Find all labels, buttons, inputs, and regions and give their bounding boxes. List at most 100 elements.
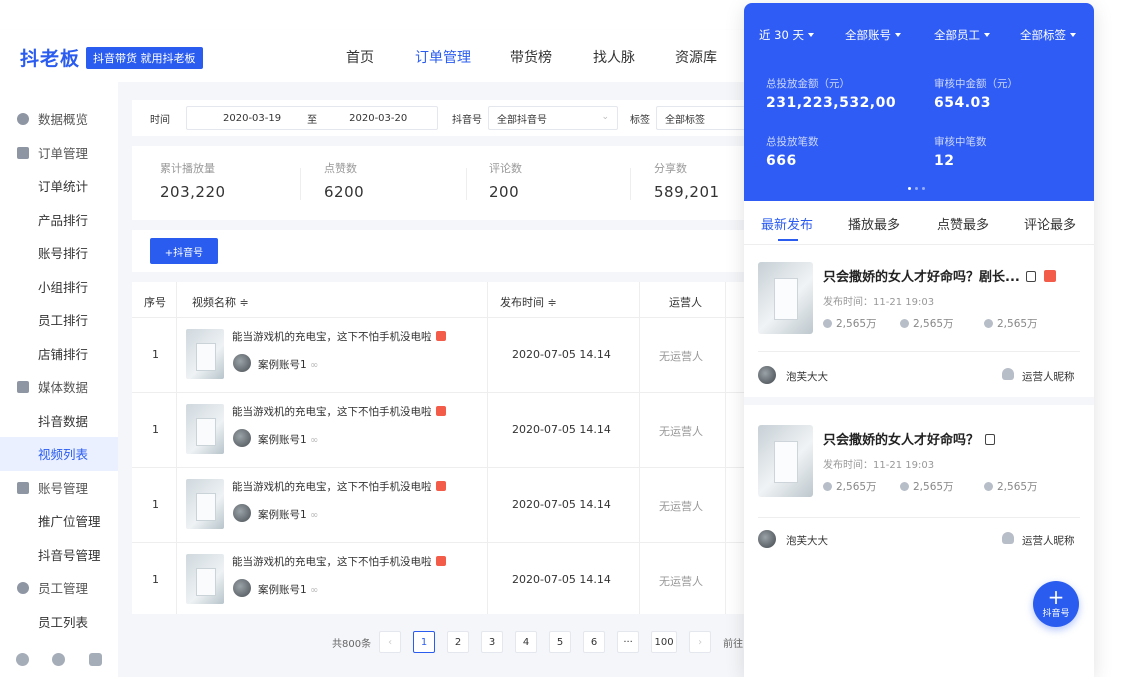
stat-value: 203,220 [160, 183, 226, 201]
table-row[interactable]: 1 能当游戏机的充电宝，这下不怕手机没电啦 案例账号1 ∞ 2020-07-05… [132, 468, 758, 543]
product-tag-icon [435, 481, 446, 491]
header-operator: 运营人 [669, 296, 702, 309]
panel-tabs: 最新发布 播放最多 点赞最多 评论最多 [744, 201, 1094, 245]
chat-icon[interactable] [52, 652, 66, 666]
nav-resources[interactable]: 资源库 [675, 47, 717, 67]
page-ellipsis[interactable]: ··· [617, 631, 640, 653]
like-count: 2,565万 [900, 316, 954, 331]
page-button[interactable]: 6 [583, 631, 606, 653]
tab-most-liked[interactable]: 点赞最多 [937, 214, 989, 233]
nav-home[interactable]: 首页 [346, 47, 374, 67]
video-thumbnail[interactable] [186, 554, 224, 604]
video-thumbnail[interactable] [186, 329, 224, 379]
video-thumbnail[interactable] [186, 479, 224, 529]
avatar [758, 530, 776, 548]
header-video-name[interactable]: 视频名称 ≑ [192, 294, 249, 310]
sidebar-group-accounts[interactable]: 账号管理 [0, 471, 118, 505]
tab-latest[interactable]: 最新发布 [761, 214, 813, 233]
header-publish-time[interactable]: 发布时间 ≑ [500, 294, 557, 310]
nav-orders[interactable]: 订单管理 [415, 47, 471, 67]
avatar [233, 354, 251, 372]
message-icon[interactable] [89, 652, 103, 666]
account-name[interactable]: 案例账号1 ∞ [258, 507, 318, 522]
account-dropdown[interactable]: 全部账号 [845, 27, 901, 43]
date-range-picker[interactable]: 2020-03-19 至 2020-03-20 [186, 106, 438, 130]
page-button[interactable]: 2 [447, 631, 470, 653]
sidebar-group-staff[interactable]: 员工管理 [0, 571, 118, 605]
copy-icon[interactable] [985, 434, 996, 445]
page-button[interactable]: 3 [481, 631, 504, 653]
account-name[interactable]: 案例账号1 ∞ [258, 357, 318, 372]
sidebar-item-douyin-accounts[interactable]: 抖音号管理 [0, 538, 118, 572]
add-douyin-account-button[interactable]: +抖音号 [150, 238, 218, 264]
stats-panel: 累计播放量 203,220 点赞数 6200 评论数 200 分享数 589,201 [132, 146, 758, 220]
staff-dropdown[interactable]: 全部员工 [934, 27, 990, 43]
sidebar-item-product-rank[interactable]: 产品排行 [0, 203, 118, 237]
video-thumbnail[interactable] [758, 425, 813, 497]
sidebar-group-orders[interactable]: 订单管理 [0, 136, 118, 170]
list-icon [17, 146, 29, 159]
tag-select[interactable]: 全部标签 [656, 106, 746, 130]
logo[interactable]: 抖老板 抖音带货 就用抖老板 [20, 44, 203, 71]
user-name[interactable]: 泡芙大大 [786, 369, 828, 384]
video-title[interactable]: 能当游戏机的充电宝，这下不怕手机没电啦 [232, 329, 446, 344]
play-count: 2,565万 [823, 316, 877, 331]
page-button[interactable]: 4 [515, 631, 538, 653]
copy-icon[interactable] [1025, 271, 1036, 282]
tab-most-played[interactable]: 播放最多 [848, 214, 900, 233]
publish-time: 发布时间：11-21 19:03 [823, 460, 935, 471]
tag-dropdown[interactable]: 全部标签 [1020, 27, 1076, 43]
sidebar-item-order-stats[interactable]: 订单统计 [0, 169, 118, 203]
sidebar-item-staff-rank[interactable]: 员工排行 [0, 303, 118, 337]
table-row[interactable]: 1 能当游戏机的充电宝，这下不怕手机没电啦 案例账号1 ∞ 2020-07-05… [132, 543, 758, 614]
page-button[interactable]: 5 [549, 631, 572, 653]
video-thumbnail[interactable] [186, 404, 224, 454]
operator: 无运营人 [659, 575, 703, 588]
metric-value: 666 [766, 153, 797, 169]
video-title[interactable]: 能当游戏机的充电宝，这下不怕手机没电啦 [232, 479, 446, 494]
table-row[interactable]: 1 能当游戏机的充电宝，这下不怕手机没电啦 案例账号1 ∞ 2020-07-05… [132, 318, 758, 393]
operator: 无运营人 [659, 350, 703, 363]
divider [466, 168, 467, 200]
sidebar-item-video-list[interactable]: 视频列表 [0, 437, 118, 471]
row-index: 1 [152, 423, 159, 436]
prev-page-button[interactable]: ‹ [379, 631, 402, 653]
add-douyin-fab[interactable]: + 抖音号 [1033, 581, 1079, 627]
user-name[interactable]: 泡芙大大 [786, 533, 828, 548]
carousel-dots[interactable] [908, 187, 925, 190]
sidebar-item-staff-list[interactable]: 员工列表 [0, 605, 118, 639]
video-title[interactable]: 能当游戏机的充电宝，这下不怕手机没电啦 [232, 554, 446, 569]
sidebar-item-douyin-data[interactable]: 抖音数据 [0, 404, 118, 438]
plus-icon: + [1047, 585, 1065, 609]
tab-most-commented[interactable]: 评论最多 [1024, 214, 1076, 233]
sidebar-group-overview[interactable]: 数据概览 [0, 102, 118, 136]
sidebar-item-shop-rank[interactable]: 店铺排行 [0, 337, 118, 371]
sidebar-item-account-rank[interactable]: 账号排行 [0, 236, 118, 270]
video-title[interactable]: 只会撒娇的女人才好命吗？剧长... [823, 266, 1056, 285]
product-tag-icon [435, 331, 446, 341]
sidebar-item-group-rank[interactable]: 小组排行 [0, 270, 118, 304]
nav-contacts[interactable]: 找人脉 [593, 47, 635, 67]
link-icon[interactable] [15, 652, 29, 666]
page-button[interactable]: 100 [651, 631, 678, 653]
next-page-button[interactable]: › [689, 631, 712, 653]
video-thumbnail[interactable] [758, 262, 813, 334]
page-button[interactable]: 1 [413, 631, 436, 653]
sidebar-item-promo-slots[interactable]: 推广位管理 [0, 504, 118, 538]
video-card[interactable]: 只会撒娇的女人才好命吗？ 发布时间：11-21 19:03 2,565万 2,5… [744, 405, 1094, 565]
video-title[interactable]: 能当游戏机的充电宝，这下不怕手机没电啦 [232, 404, 446, 419]
video-title[interactable]: 只会撒娇的女人才好命吗？ [823, 429, 996, 448]
nav-ranking[interactable]: 带货榜 [510, 47, 552, 67]
account-name-text: 案例账号1 [258, 584, 307, 596]
sidebar: 数据概览 订单管理 订单统计 产品排行 账号排行 小组排行 员工排行 店铺排行 … [0, 82, 118, 677]
sidebar-group-media[interactable]: 媒体数据 [0, 370, 118, 404]
period-dropdown[interactable]: 近 30 天 [759, 27, 814, 43]
divider [758, 351, 1080, 352]
link-icon: ∞ [310, 585, 319, 596]
account-select[interactable]: 全部抖音号 ⌄ [488, 106, 618, 130]
account-name[interactable]: 案例账号1 ∞ [258, 432, 318, 447]
publish-time: 2020-07-05 14.14 [512, 498, 611, 511]
table-row[interactable]: 1 能当游戏机的充电宝，这下不怕手机没电啦 案例账号1 ∞ 2020-07-05… [132, 393, 758, 468]
video-card[interactable]: 只会撒娇的女人才好命吗？剧长... 发布时间：11-21 19:03 2,565… [744, 245, 1094, 397]
account-name[interactable]: 案例账号1 ∞ [258, 582, 318, 597]
